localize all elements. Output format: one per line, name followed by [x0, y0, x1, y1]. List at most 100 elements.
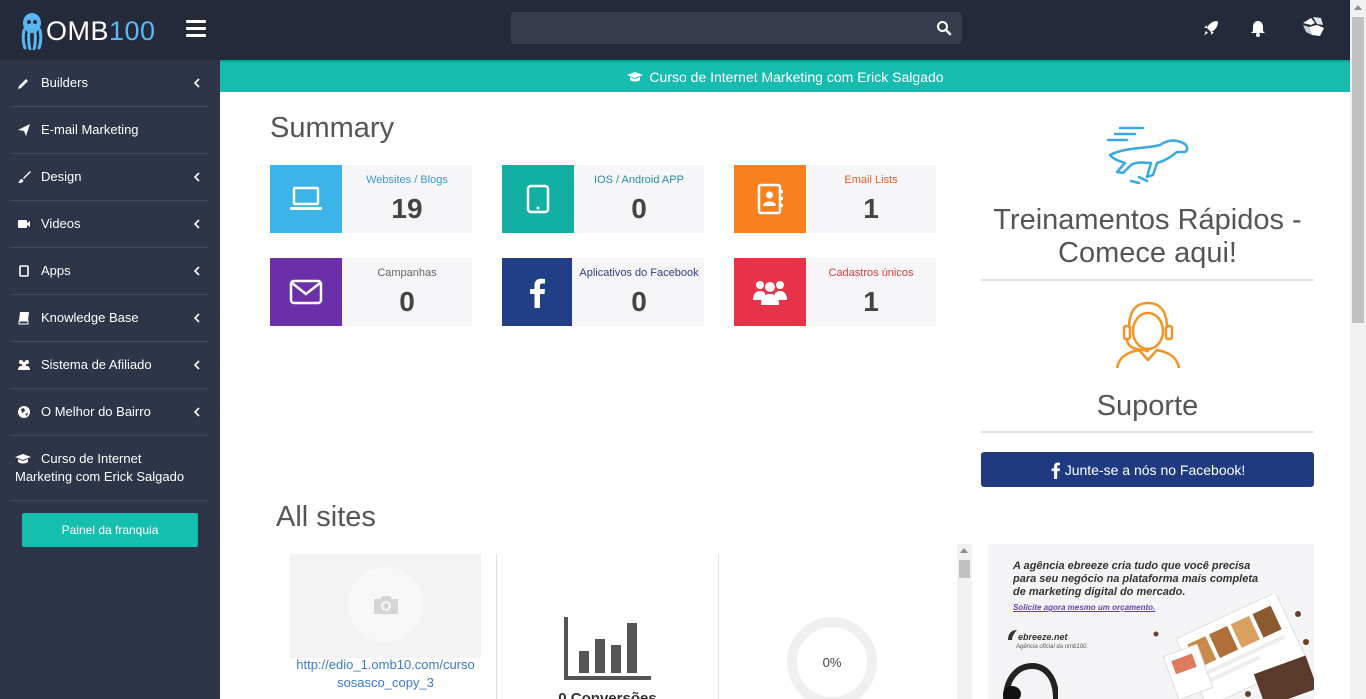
card-value: 19 [391, 193, 423, 224]
sidebar-item-label: Videos [41, 216, 81, 231]
sidebar-item-label: O Melhor do Bairro [41, 404, 151, 419]
column-divider [718, 554, 719, 699]
sidebar-item-label: Sistema de Afiliado [41, 357, 152, 372]
headphones-image [1003, 662, 1058, 699]
chevron-left-icon [193, 219, 200, 229]
site-url-line: sosasco_copy_3 [337, 675, 434, 690]
sidebar-item-label: Curso de Internet [41, 451, 142, 466]
users-group-icon [753, 281, 787, 305]
cheetah-icon [1106, 126, 1189, 185]
card-email-lists[interactable]: Email Lists 1 [734, 165, 936, 233]
users-icon [18, 360, 30, 370]
card-value: 0 [631, 193, 647, 224]
brush-icon [18, 171, 31, 183]
sidebar-item-label: Knowledge Base [41, 310, 139, 325]
sidebar-item-builders[interactable]: Builders [11, 60, 209, 107]
sidebar-item-videos[interactable]: Videos [11, 201, 209, 248]
card-cadastros[interactable]: Cadastros únicos 1 [734, 258, 936, 326]
card-value: 1 [863, 286, 879, 317]
scroll-up-arrow-icon[interactable] [1354, 5, 1362, 10]
franchise-panel-button[interactable]: Painel da franquia [22, 513, 198, 547]
bar-chart-icon [564, 617, 651, 680]
rocket-icon[interactable] [1201, 18, 1221, 38]
site-thumbnail[interactable] [290, 554, 481, 658]
support-headset-icon [1115, 301, 1181, 369]
card-campanhas[interactable]: Campanhas 0 [270, 258, 472, 326]
page-scrollbar[interactable] [1350, 0, 1366, 699]
card-icon-box [734, 165, 806, 233]
card-label: Campanhas [377, 267, 437, 279]
card-label: Cadastros únicos [828, 267, 914, 279]
training-title-line1[interactable]: Treinamentos Rápidos - [981, 204, 1314, 237]
course-banner[interactable]: Curso de Internet Marketing com Erick Sa… [220, 60, 1350, 92]
card-label: Aplicativos do Facebook [579, 267, 699, 279]
graduation-cap-icon [627, 72, 644, 82]
scroll-thumb[interactable] [959, 560, 970, 578]
ebreeze-ad[interactable]: A agência ebreeze cria tudo que você pre… [988, 544, 1314, 699]
camera-icon [373, 595, 398, 614]
sidebar-item-label: E-mail Marketing [41, 122, 139, 137]
bell-icon[interactable] [1248, 18, 1268, 38]
globe-icon [18, 406, 30, 418]
support-title[interactable]: Suporte [981, 390, 1314, 423]
hamburger-menu-icon[interactable] [186, 20, 206, 38]
logo-text: OMB100 [46, 15, 156, 46]
ad-cta-link[interactable]: Solicite agora mesmo um orçamento. [1013, 603, 1155, 612]
search-bar [511, 12, 962, 44]
user-avatar-icon[interactable] [1300, 15, 1326, 39]
sidebar-item-label: Marketing com Erick Salgado [15, 469, 185, 484]
octopus-logo-icon [21, 13, 43, 50]
summary-title: Summary [270, 112, 395, 144]
sidebar-item-label: Design [41, 169, 82, 184]
sidebar-item-apps[interactable]: Apps [11, 248, 209, 295]
card-icon-box [270, 165, 342, 233]
banner-text: Curso de Internet Marketing com Erick Sa… [649, 69, 944, 85]
ad-tagline: Agência oficial da omb100. [1016, 644, 1089, 650]
pencil-icon [18, 79, 28, 89]
book-icon [18, 312, 29, 325]
card-facebook-apps[interactable]: Aplicativos do Facebook 0 [502, 258, 704, 326]
logo[interactable]: OMB100 [20, 12, 156, 50]
ad-brand: ebreeze.net [1018, 632, 1068, 642]
card-value: 0 [399, 286, 415, 317]
divider [981, 279, 1314, 281]
join-facebook-button[interactable]: Junte-se a nós no Facebook! [981, 452, 1314, 487]
card-icon-box [502, 258, 572, 326]
card-label: Email Lists [844, 174, 898, 186]
card-value: 0 [631, 286, 647, 317]
envelope-icon [289, 279, 323, 305]
progress-percent: 0% [822, 655, 842, 670]
card-apps[interactable]: IOS / Android APP 0 [502, 165, 704, 233]
sidebar: Builders E-mail Marketing Design Videos … [0, 60, 220, 699]
scroll-thumb[interactable] [1352, 17, 1364, 323]
sidebar-item-knowledge-base[interactable]: Knowledge Base [11, 295, 209, 342]
chevron-left-icon [193, 266, 200, 276]
facebook-icon [1051, 462, 1060, 479]
graduation-cap-icon [15, 454, 31, 464]
sidebar-item-curso[interactable]: Curso de Internet Marketing com Erick Sa… [11, 436, 209, 501]
divider [981, 431, 1314, 433]
card-label: Websites / Blogs [366, 174, 448, 186]
contact-book-icon [757, 183, 783, 215]
search-input[interactable] [521, 12, 931, 44]
sidebar-item-sistema-de-afiliado[interactable]: Sistema de Afiliado [11, 342, 209, 389]
card-websites[interactable]: Websites / Blogs 19 [270, 165, 472, 233]
site-url-link[interactable]: http://edio_1.omb10.com/curso sosasco_co… [290, 656, 481, 692]
scroll-up-arrow-icon[interactable] [960, 548, 968, 553]
sidebar-item-o-melhor-do-bairro[interactable]: O Melhor do Bairro [11, 389, 209, 436]
facebook-icon [530, 278, 545, 308]
sidebar-item-design[interactable]: Design [11, 154, 209, 201]
training-title-line2[interactable]: Comece aqui! [981, 237, 1314, 270]
card-value: 1 [863, 193, 879, 224]
card-label: IOS / Android APP [594, 174, 684, 186]
chevron-left-icon [193, 313, 200, 323]
laptop-icon [290, 186, 322, 210]
card-icon-box [270, 258, 342, 326]
paper-plane-icon [18, 124, 30, 136]
search-icon[interactable] [936, 20, 952, 36]
sidebar-item-email-marketing[interactable]: E-mail Marketing [11, 107, 209, 154]
sidebar-item-label: Apps [41, 263, 71, 278]
tablet-icon [526, 184, 550, 214]
sidebar-item-label: Builders [41, 75, 88, 90]
sites-scrollbar[interactable] [957, 544, 972, 699]
